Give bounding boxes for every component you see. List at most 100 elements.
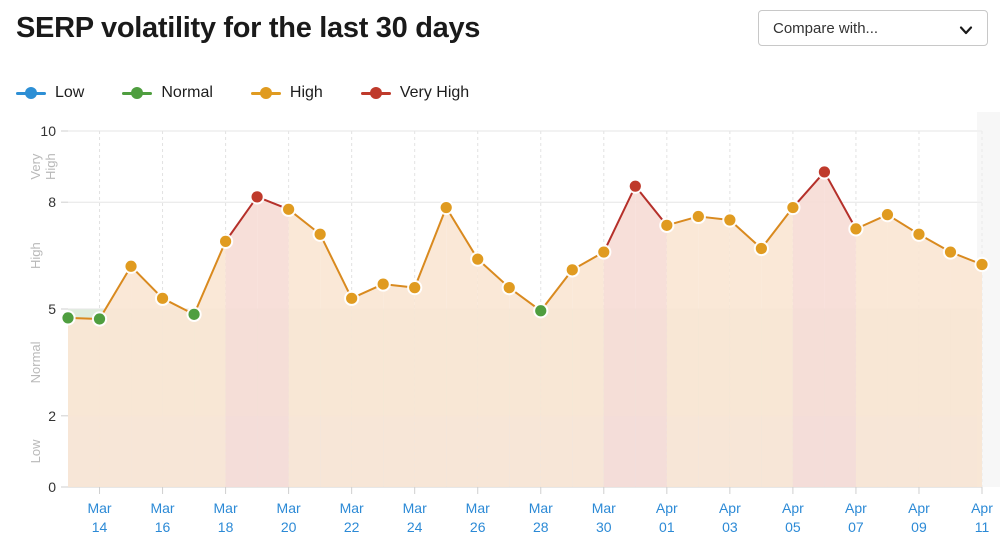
- band-label: Normal: [28, 341, 43, 383]
- data-point: [913, 228, 925, 240]
- data-point: [346, 292, 358, 304]
- area-segment: [918, 234, 951, 487]
- area-segment: [68, 317, 100, 487]
- area-segment: [288, 209, 321, 487]
- x-axis: Mar 14 Mar 16 Mar 18 Mar 20 Mar 22 Mar 24 Mar 26 Mar 28…: [87, 487, 993, 535]
- legend-item-normal[interactable]: Normal: [122, 84, 213, 102]
- area-segment: [792, 171, 825, 487]
- x-tick-label: Mar: [87, 500, 111, 516]
- x-tick-label: 01: [659, 519, 675, 535]
- y-tick-label: 8: [48, 194, 56, 210]
- data-point: [440, 201, 452, 214]
- legend-label-low: Low: [55, 84, 85, 101]
- data-point: [156, 292, 169, 304]
- y-tick-label: 5: [48, 301, 56, 317]
- area-segment: [351, 284, 384, 487]
- x-tick-label: 24: [407, 519, 423, 535]
- data-point: [944, 246, 957, 258]
- x-tick-label: 30: [596, 519, 612, 535]
- x-tick-label: 11: [975, 519, 990, 535]
- data-point: [377, 278, 389, 290]
- legend-marker-very-high-icon: [360, 86, 391, 100]
- data-point: [566, 264, 578, 276]
- data-point: [188, 308, 200, 320]
- compare-with-dropdown[interactable]: Compare with...: [758, 10, 988, 46]
- data-point: [503, 282, 515, 294]
- chevron-down-icon: [959, 23, 973, 37]
- data-point: [724, 214, 736, 226]
- data-point: [251, 191, 263, 203]
- x-tick-label: Apr: [845, 500, 867, 516]
- area-segment: [257, 196, 289, 488]
- band-label: High: [43, 153, 58, 180]
- band-very-high: [68, 131, 982, 203]
- x-tick-label: 22: [344, 519, 360, 535]
- band-label: High: [28, 242, 43, 269]
- area-segment: [666, 216, 699, 487]
- data-point: [314, 228, 326, 240]
- serp-volatility-chart: 0 2 5 8 10 Low Normal High Very High Mar 14 Mar 16 Mar…: [0, 112, 1000, 549]
- x-tick-label: 05: [785, 519, 801, 535]
- data-point: [62, 312, 74, 324]
- legend-label-high: High: [289, 84, 323, 101]
- y-tick-label: 0: [48, 479, 56, 495]
- chart-legend: Low Normal High Very High: [16, 80, 507, 106]
- area-segment: [887, 214, 919, 487]
- data-point: [409, 282, 421, 294]
- data-point: [976, 258, 988, 271]
- compare-with-label: Compare with...: [773, 20, 879, 37]
- data-point: [755, 242, 767, 255]
- x-tick-label: 18: [218, 519, 234, 535]
- chart-canvas[interactable]: 025810LowNormalHighVery HighMar14Mar16Mar…: [0, 112, 1000, 549]
- band-label: Low: [28, 439, 43, 463]
- data-point: [598, 246, 610, 258]
- data-point: [535, 305, 547, 317]
- legend-marker-low-icon: [16, 86, 46, 100]
- legend-item-very-high[interactable]: Very High: [360, 84, 470, 102]
- data-point: [818, 166, 831, 178]
- y-tick-label: 2: [48, 408, 56, 424]
- area-segment: [572, 252, 604, 487]
- y-tick-label: 10: [40, 123, 56, 139]
- x-tick-label: Apr: [782, 500, 804, 516]
- data-point: [283, 203, 295, 215]
- area-segment: [698, 216, 730, 487]
- chart-header: SERP volatility for the last 30 days Com…: [0, 0, 1000, 58]
- legend-marker-high-icon: [250, 86, 281, 100]
- x-tick-label: Mar: [340, 500, 364, 516]
- x-tick-label: Apr: [719, 500, 741, 516]
- area-segment: [635, 186, 667, 487]
- data-point: [219, 235, 232, 247]
- legend-marker-normal-icon: [122, 86, 153, 100]
- area-segment: [855, 214, 888, 487]
- legend-item-low[interactable]: Low: [16, 84, 84, 102]
- x-tick-label: Mar: [214, 500, 238, 516]
- legend-label-very-high: Very High: [399, 84, 470, 101]
- data-point: [692, 210, 704, 223]
- x-tick-label: 26: [470, 519, 486, 535]
- area-segment: [162, 298, 195, 487]
- x-tick-label: 07: [848, 519, 864, 535]
- x-tick-label: Apr: [656, 500, 678, 516]
- legend-item-high[interactable]: High: [250, 84, 323, 102]
- area-segment: [950, 252, 982, 487]
- area-segment: [729, 220, 762, 487]
- x-tick-label: Mar: [403, 500, 427, 516]
- x-tick-label: Mar: [466, 500, 490, 516]
- data-point: [93, 313, 106, 325]
- x-tick-label: Apr: [971, 500, 993, 516]
- data-point: [472, 253, 484, 265]
- area-segment: [383, 284, 415, 487]
- x-tick-label: Mar: [150, 500, 174, 516]
- page-title: SERP volatility for the last 30 days: [16, 12, 481, 44]
- x-tick-label: 28: [533, 519, 549, 535]
- x-tick-label: 09: [911, 519, 927, 535]
- data-point: [881, 209, 894, 221]
- data-point: [850, 223, 862, 235]
- x-tick-label: 14: [92, 519, 108, 535]
- x-tick-label: 16: [155, 519, 171, 535]
- legend-label-normal: Normal: [161, 84, 213, 101]
- x-tick-label: Mar: [529, 500, 553, 516]
- data-point: [629, 180, 641, 192]
- data-point: [787, 201, 799, 214]
